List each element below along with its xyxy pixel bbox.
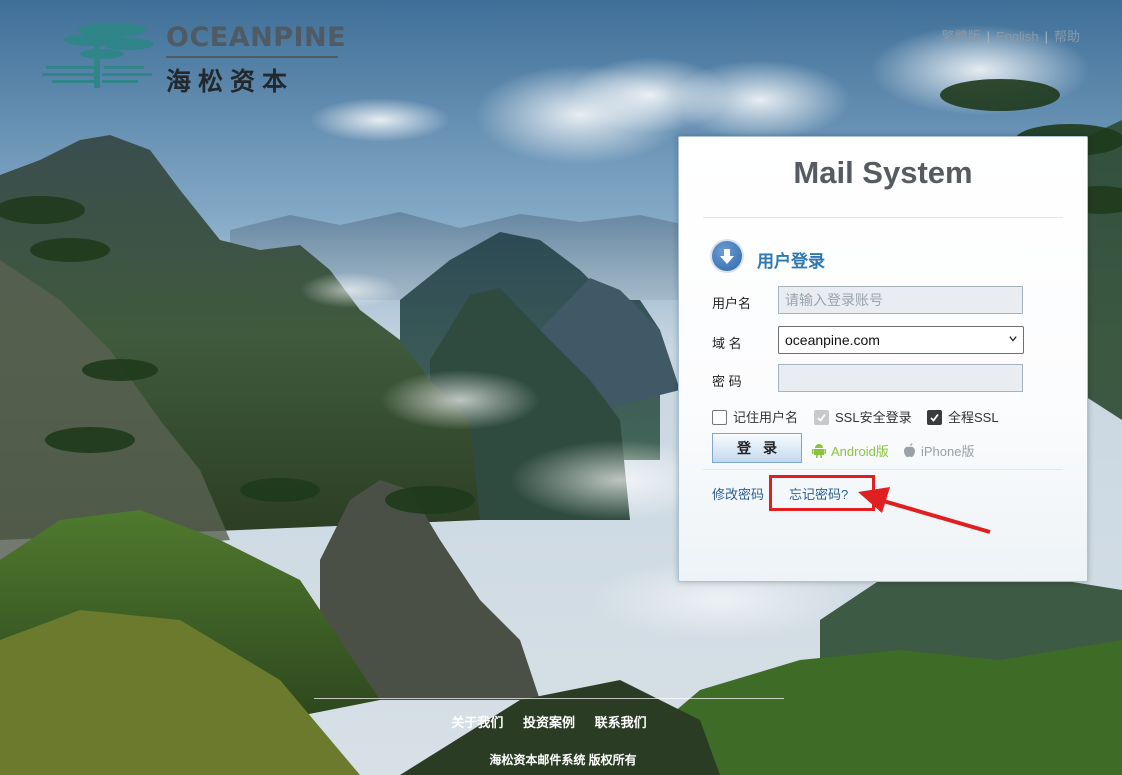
android-link-label: Android版 [831, 444, 889, 459]
checkbox-checked[interactable] [927, 410, 942, 425]
separator: | [986, 29, 990, 44]
brand-divider [166, 56, 338, 58]
link-help[interactable]: 帮助 [1054, 29, 1080, 44]
iphone-link-label: iPhone版 [921, 444, 975, 459]
divider [703, 469, 1063, 470]
apple-icon [904, 443, 915, 457]
checkbox-unchecked[interactable] [712, 410, 727, 425]
checkbox-label: 全程SSL [948, 410, 999, 425]
check-icon [930, 413, 939, 422]
checkbox-label: SSL安全登录 [835, 410, 912, 425]
top-links: 繁體版 | English | 帮助 [942, 26, 1080, 45]
full-ssl-checkbox[interactable]: 全程SSL [927, 407, 999, 425]
separator: | [1044, 29, 1048, 44]
domain-label: 域 名 [712, 336, 742, 351]
login-panel: Mail System 用户登录 用户名 域 名 oceanpine.com 密… [678, 136, 1088, 582]
domain-select-value: oceanpine.com [785, 332, 880, 348]
password-input[interactable] [778, 364, 1023, 392]
android-icon [812, 444, 826, 458]
footer-links: 关于我们 投资案例 联系我们 [0, 712, 1098, 731]
chevron-down-icon [1009, 336, 1017, 342]
brand-name-cn: 海松资本 [166, 67, 295, 96]
divider [703, 217, 1063, 218]
link-traditional-chinese[interactable]: 繁體版 [942, 29, 981, 44]
check-icon [817, 413, 826, 422]
remember-username-checkbox[interactable]: 记住用户名 [712, 407, 798, 425]
iphone-app-link[interactable]: iPhone版 [903, 441, 974, 460]
footer-link-cases[interactable]: 投资案例 [523, 715, 575, 730]
checkbox-label: 记住用户名 [733, 410, 799, 425]
footer-link-contact[interactable]: 联系我们 [595, 715, 647, 730]
brand-logo: OCEANPINE 海松资本 [42, 18, 346, 96]
ssl-login-checkbox[interactable]: SSL安全登录 [814, 407, 912, 425]
login-heading-text: 用户登录 [757, 252, 825, 271]
forgot-password-highlight-box [769, 475, 875, 511]
footer-link-about[interactable]: 关于我们 [451, 715, 503, 730]
brand-name-en: OCEANPINE [166, 22, 347, 53]
download-arrow-icon [712, 241, 742, 271]
checkbox-checked-disabled[interactable] [814, 410, 829, 425]
pine-tree-logo-icon [42, 23, 154, 88]
change-password-link[interactable]: 修改密码 [712, 484, 764, 503]
android-app-link[interactable]: Android版 [812, 441, 889, 460]
copyright-text: 海松资本邮件系统 版权所有 [489, 753, 637, 767]
username-label: 用户名 [712, 296, 752, 311]
panel-title: Mail System [793, 155, 973, 190]
password-label: 密 码 [712, 374, 742, 389]
login-button[interactable]: 登录 [712, 433, 802, 463]
link-english[interactable]: English [996, 29, 1039, 44]
footer-divider [314, 698, 784, 699]
username-input[interactable] [778, 286, 1023, 314]
domain-select[interactable]: oceanpine.com [778, 326, 1024, 354]
